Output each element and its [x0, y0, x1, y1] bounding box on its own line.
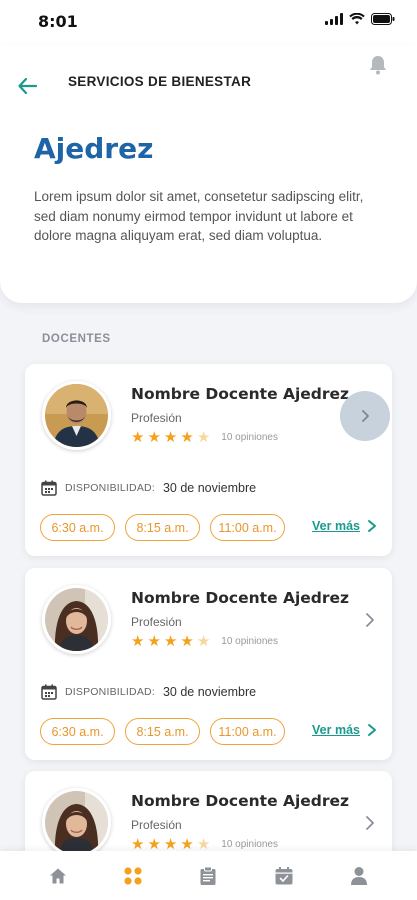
calendar-icon: [41, 684, 57, 700]
teacher-profession: Profesión: [131, 818, 182, 832]
star-icon: ★: [180, 429, 194, 446]
availability-date: 30 de noviembre: [162, 481, 257, 495]
wifi-icon: [349, 13, 365, 25]
nav-title: SERVICIOS DE BIENESTAR: [68, 74, 252, 89]
star-icon: ★: [163, 429, 178, 446]
availability-label: DISPONIBILIDAD:: [65, 482, 155, 494]
chevron-right-icon: [362, 410, 369, 422]
star-icon: ★: [147, 429, 161, 446]
availability-label: DISPONIBILIDAD:: [65, 686, 155, 698]
grid-icon: [124, 866, 142, 885]
calendar-check-icon: [275, 866, 293, 884]
rating-stars: ★ ★ ★ ★ ★ 10 opiniones: [131, 634, 278, 649]
opinions-count: 10 opiniones: [221, 839, 278, 850]
status-icons: [325, 13, 395, 25]
teacher-avatar: [42, 381, 111, 450]
home-icon: [49, 868, 66, 883]
time-slots: 6:30 a.m. 8:15 a.m. 11:00 a.m.: [40, 718, 285, 745]
time-slot-button[interactable]: 8:15 a.m.: [125, 514, 200, 541]
calendar-icon: [41, 480, 57, 496]
status-time: 8:01: [38, 12, 78, 31]
description-text: Lorem ipsum dolor sit amet, consetetur s…: [34, 189, 364, 243]
see-more-link[interactable]: Ver más: [312, 723, 378, 737]
rating-stars: ★ ★ ★ ★ ★ 10 opiniones: [131, 837, 278, 852]
chevron-right-icon: [368, 520, 376, 532]
open-teacher-button[interactable]: [340, 391, 390, 441]
star-icon: ★: [163, 633, 178, 650]
nav-services[interactable]: [117, 860, 149, 892]
back-button[interactable]: [16, 74, 40, 98]
see-more-label: Ver más: [312, 723, 360, 737]
chevron-right-icon: [366, 816, 374, 830]
opinions-count: 10 opiniones: [221, 432, 278, 443]
availability: DISPONIBILIDAD: 30 de noviembre: [41, 684, 256, 700]
see-more-link[interactable]: Ver más: [312, 519, 378, 533]
nav-calendar[interactable]: [268, 860, 300, 892]
cellular-signal-icon: [325, 13, 343, 25]
star-icon: ★: [147, 633, 161, 650]
star-empty-icon: ★: [196, 429, 211, 446]
availability: DISPONIBILIDAD: 30 de noviembre: [41, 480, 256, 496]
time-slot-button[interactable]: 11:00 a.m.: [210, 514, 285, 541]
teacher-profession: Profesión: [131, 411, 182, 425]
time-slot-button[interactable]: 11:00 a.m.: [210, 718, 285, 745]
rating-stars: ★ ★ ★ ★ ★ 10 opiniones: [131, 430, 278, 445]
teacher-name: Nombre Docente Ajedrez: [131, 385, 350, 403]
chevron-right-icon: [366, 613, 374, 627]
teacher-name: Nombre Docente Ajedrez: [131, 792, 350, 810]
chevron-right-icon: [368, 724, 376, 736]
time-slot-button[interactable]: 6:30 a.m.: [40, 718, 115, 745]
opinions-count: 10 opiniones: [221, 636, 278, 647]
teacher-profession: Profesión: [131, 615, 182, 629]
nav-profile[interactable]: [343, 860, 375, 892]
teacher-card[interactable]: Nombre Docente Ajedrez Profesión ★ ★ ★ ★…: [25, 364, 392, 556]
time-slot-button[interactable]: 8:15 a.m.: [125, 718, 200, 745]
open-teacher-button[interactable]: [362, 815, 378, 831]
open-teacher-button[interactable]: [362, 612, 378, 628]
teacher-avatar: [42, 585, 111, 654]
star-icon: ★: [131, 429, 145, 446]
nav-records[interactable]: [192, 860, 224, 892]
page-title: Ajedrez: [34, 132, 154, 165]
section-label: DOCENTES: [42, 333, 111, 345]
star-icon: ★: [180, 633, 194, 650]
teacher-card[interactable]: Nombre Docente Ajedrez Profesión ★ ★ ★ ★…: [25, 568, 392, 760]
user-icon: [351, 866, 368, 885]
star-empty-icon: ★: [196, 836, 211, 853]
star-icon: ★: [163, 836, 178, 853]
see-more-label: Ver más: [312, 519, 360, 533]
star-icon: ★: [131, 633, 145, 650]
notifications-button[interactable]: [367, 54, 389, 76]
bell-icon: [370, 56, 386, 75]
star-empty-icon: ★: [196, 633, 211, 650]
bottom-nav: [0, 851, 417, 900]
battery-icon: [371, 13, 395, 25]
header-card: SERVICIOS DE BIENESTAR Ajedrez Lorem ips…: [0, 46, 417, 303]
arrow-left-icon: [18, 77, 38, 95]
clipboard-icon: [200, 866, 216, 885]
star-icon: ★: [131, 836, 145, 853]
availability-date: 30 de noviembre: [162, 685, 257, 699]
star-icon: ★: [147, 836, 161, 853]
teacher-avatar: [42, 788, 111, 857]
time-slot-button[interactable]: 6:30 a.m.: [40, 514, 115, 541]
teacher-name: Nombre Docente Ajedrez: [131, 589, 350, 607]
star-icon: ★: [180, 836, 194, 853]
status-bar: 8:01: [0, 0, 417, 46]
time-slots: 6:30 a.m. 8:15 a.m. 11:00 a.m.: [40, 514, 285, 541]
nav-home[interactable]: [42, 860, 74, 892]
